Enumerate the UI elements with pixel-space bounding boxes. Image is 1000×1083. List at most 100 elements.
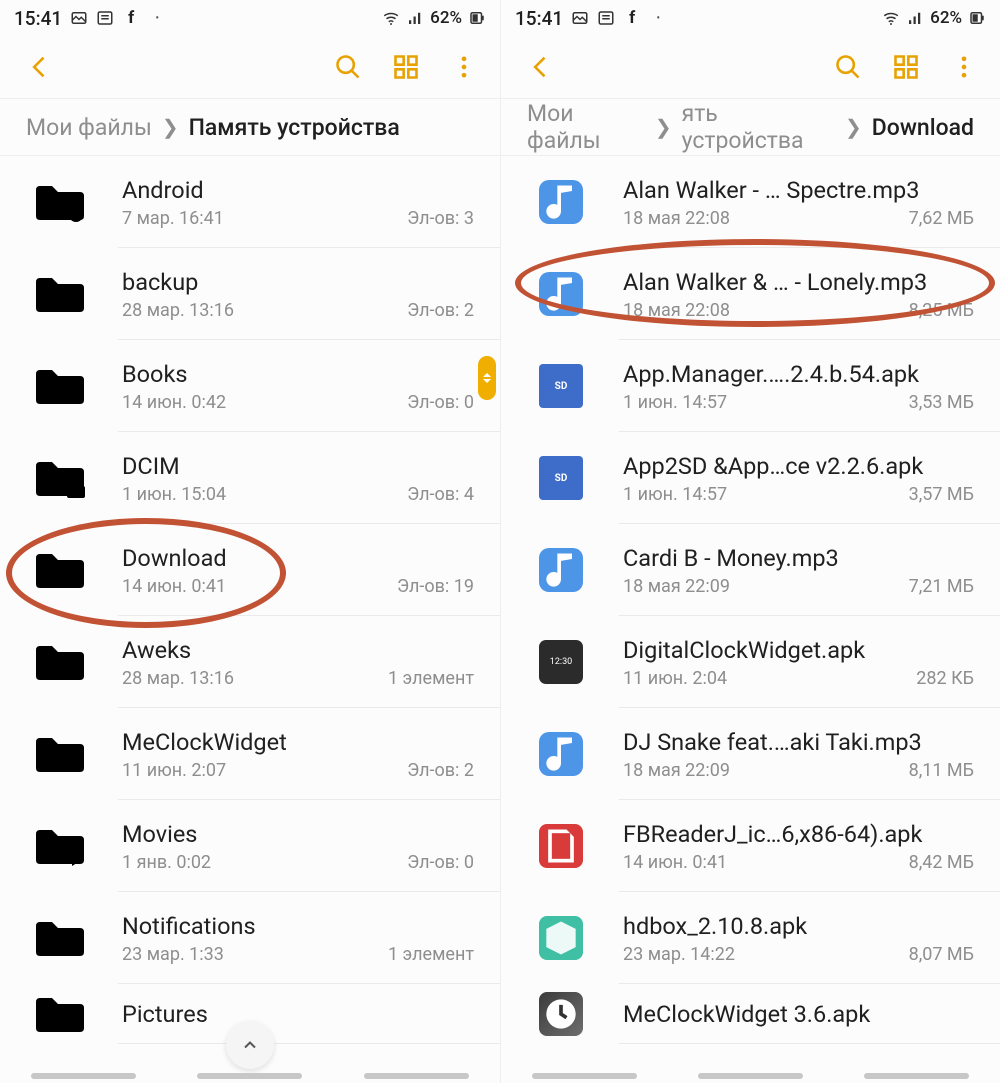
apk-icon: SD: [539, 456, 583, 500]
scroll-to-top-button[interactable]: [226, 1021, 274, 1069]
list-item[interactable]: Notifications 23 мар. 1:331 элемент: [0, 892, 500, 984]
wifi-icon: [382, 9, 400, 27]
item-name: FBReaderJ_ic…6,x86-64).apk: [623, 820, 974, 848]
system-navbar[interactable]: [0, 1073, 500, 1083]
item-date: 1 июн. 15:04: [122, 484, 226, 505]
more-icon[interactable]: [450, 53, 478, 81]
system-navbar[interactable]: [501, 1073, 1000, 1083]
item-info: 8,07 МБ: [909, 944, 974, 965]
item-date: 18 мая 22:08: [623, 208, 730, 229]
item-name: Cardi B - Money.mp3: [623, 544, 974, 572]
panel-left: 15:41 f • 62% Мои файлы ❯ Память устройс…: [0, 0, 500, 1083]
breadcrumb-mid[interactable]: ять устройства: [682, 100, 835, 154]
item-info: Эл-ов: 4: [407, 484, 474, 505]
list-item[interactable]: MeClockWidget 11 июн. 2:07 Эл-ов: 2: [0, 708, 500, 800]
breadcrumb-current: Память устройства: [189, 114, 400, 141]
item-name: App2SD &App…ce v2.2.6.apk: [623, 452, 974, 480]
chevron-right-icon: ❯: [845, 115, 862, 139]
list-item[interactable]: Android 7 мар. 16:41 Эл-ов: 3: [0, 156, 500, 248]
list-item[interactable]: 12:30 DigitalClockWidget.apk 11 июн. 2:0…: [501, 616, 1000, 708]
item-name: Movies: [122, 820, 474, 848]
folder-camera-icon: [26, 456, 94, 500]
item-name: Notifications: [122, 912, 474, 940]
list-item[interactable]: Movies 1 янв. 0:02Эл-ов: 0: [0, 800, 500, 892]
list-item[interactable]: FBReaderJ_ic…6,x86-64).apk 14 июн. 0:418…: [501, 800, 1000, 892]
folder-gear-icon: [26, 180, 94, 224]
item-info: Эл-ов: 2: [407, 760, 474, 781]
item-name: Alan Walker & … - Lonely.mp3: [623, 268, 974, 296]
item-name: Pictures: [122, 1000, 474, 1028]
item-info: 282 КБ: [916, 668, 974, 689]
item-name: Alan Walker - … Spectre.mp3: [623, 176, 974, 204]
breadcrumb[interactable]: Мои файлы ❯ ять устройства ❯ Download: [501, 98, 1000, 156]
breadcrumb-root[interactable]: Мои файлы: [26, 114, 152, 141]
list-item[interactable]: backup 28 мар. 13:16Эл-ов: 2: [0, 248, 500, 340]
breadcrumb[interactable]: Мои файлы ❯ Память устройства: [0, 98, 500, 156]
item-info: 8,11 МБ: [909, 760, 974, 781]
image-icon: [571, 9, 589, 27]
music-icon: [539, 272, 583, 316]
image-icon: [70, 9, 88, 27]
item-date: 14 июн. 0:41: [623, 852, 727, 873]
item-info: 1 элемент: [388, 944, 474, 965]
facebook-icon: f: [122, 9, 140, 27]
folder-icon: [26, 272, 94, 316]
more-notif-icon: •: [649, 9, 667, 27]
folder-list: Android 7 мар. 16:41 Эл-ов: 3 backup 28 м…: [0, 156, 500, 1044]
list-item[interactable]: SD App2SD &App…ce v2.2.6.apk 1 июн. 14:5…: [501, 432, 1000, 524]
list-item[interactable]: DCIM 1 июн. 15:04Эл-ов: 4: [0, 432, 500, 524]
back-icon[interactable]: [527, 53, 555, 81]
list-item[interactable]: Aweks 28 мар. 13:161 элемент: [0, 616, 500, 708]
list-item[interactable]: Download 14 июн. 0:41Эл-ов: 19: [0, 524, 500, 616]
list-item[interactable]: hdbox_2.10.8.apk 23 мар. 14:22 8,07 МБ: [501, 892, 1000, 984]
fast-scroll-thumb[interactable]: [478, 356, 496, 400]
item-date: 18 мая 22:08: [623, 300, 730, 321]
item-info: 1 элемент: [388, 668, 474, 689]
chevron-right-icon: ❯: [162, 115, 179, 139]
item-date: 28 мар. 13:16: [122, 300, 234, 321]
breadcrumb-root[interactable]: Мои файлы: [527, 100, 645, 154]
list-item[interactable]: Alan Walker & … - Lonely.mp3 18 мая 22:0…: [501, 248, 1000, 340]
search-icon[interactable]: [834, 53, 862, 81]
item-info: Эл-ов: 0: [407, 852, 474, 873]
item-date: 23 мар. 14:22: [623, 944, 735, 965]
item-name: MeClockWidget 3.6.apk: [623, 1000, 974, 1028]
file-list: Alan Walker - … Spectre.mp3 18 мая 22:08…: [501, 156, 1000, 1044]
item-date: 11 июн. 2:07: [122, 760, 226, 781]
item-info: Эл-ов: 3: [407, 208, 474, 229]
item-name: hdbox_2.10.8.apk: [623, 912, 974, 940]
item-name: MeClockWidget: [122, 728, 474, 756]
search-icon[interactable]: [334, 53, 362, 81]
battery-pct: 62%: [430, 8, 462, 28]
music-icon: [539, 732, 583, 776]
item-name: Android: [122, 176, 474, 204]
item-date: 14 июн. 0:42: [122, 392, 226, 413]
back-icon[interactable]: [26, 53, 54, 81]
more-notif-icon: •: [148, 9, 166, 27]
list-item[interactable]: SD App.Manager.….2.4.b.54.apk 1 июн. 14:…: [501, 340, 1000, 432]
list-item[interactable]: Alan Walker - … Spectre.mp3 18 мая 22:08…: [501, 156, 1000, 248]
facebook-icon: f: [623, 9, 641, 27]
item-date: 18 мая 22:09: [623, 576, 730, 597]
item-date: 7 мар. 16:41: [122, 208, 224, 229]
grid-view-icon[interactable]: [892, 53, 920, 81]
folder-icon: [26, 916, 94, 960]
item-name: Books: [122, 360, 474, 388]
news-icon: [96, 9, 114, 27]
apk-icon: SD: [539, 364, 583, 408]
folder-icon: [26, 732, 94, 776]
toolbar: [501, 36, 1000, 98]
folder-download-icon: [26, 548, 94, 592]
battery-icon: [968, 9, 986, 27]
list-item[interactable]: Books 14 июн. 0:42Эл-ов: 0: [0, 340, 500, 432]
grid-view-icon[interactable]: [392, 53, 420, 81]
list-item[interactable]: MeClockWidget 3.6.apk: [501, 984, 1000, 1044]
status-bar: 15:41 f • 62%: [501, 0, 1000, 36]
more-icon[interactable]: [950, 53, 978, 81]
list-item[interactable]: Cardi B - Money.mp3 18 мая 22:097,21 МБ: [501, 524, 1000, 616]
list-item[interactable]: DJ Snake feat.…aki Taki.mp3 18 мая 22:09…: [501, 708, 1000, 800]
item-info: 3,57 МБ: [909, 484, 974, 505]
apk-icon: [539, 824, 583, 868]
breadcrumb-current: Download: [872, 114, 974, 141]
item-date: 14 июн. 0:41: [122, 576, 226, 597]
